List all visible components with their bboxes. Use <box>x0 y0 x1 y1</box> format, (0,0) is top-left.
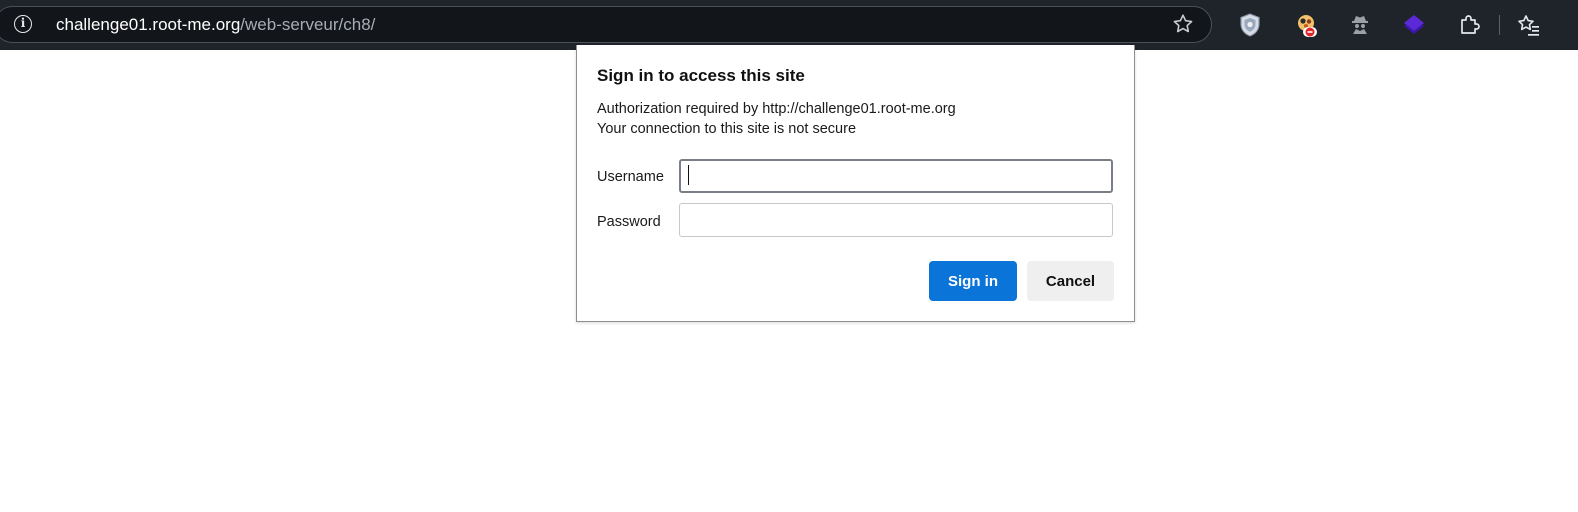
username-label: Username <box>597 169 664 185</box>
authorization-text: Authorization required by http://challen… <box>597 101 956 117</box>
spy-extension-icon[interactable] <box>1347 12 1373 38</box>
username-input[interactable] <box>679 159 1113 193</box>
favorites-icon[interactable] <box>1516 12 1542 38</box>
url-text[interactable]: challenge01.root-me.org/web-serveur/ch8/ <box>56 14 375 36</box>
dialog-title: Sign in to access this site <box>597 66 805 85</box>
blocked-extension-icon[interactable] <box>1294 12 1320 38</box>
password-label: Password <box>597 214 661 230</box>
cancel-button[interactable]: Cancel <box>1027 261 1114 301</box>
toolbar-separator <box>1499 15 1500 35</box>
security-warning-text: Your connection to this site is not secu… <box>597 121 857 137</box>
star-icon[interactable] <box>1171 12 1195 36</box>
sign-in-button[interactable]: Sign in <box>929 261 1017 301</box>
address-bar[interactable]: i challenge01.root-me.org/web-serveur/ch… <box>0 6 1212 43</box>
password-input[interactable] <box>679 203 1113 237</box>
url-path: /web-serveur/ch8/ <box>240 15 376 34</box>
info-icon[interactable]: i <box>14 15 32 33</box>
browser-toolbar: i challenge01.root-me.org/web-serveur/ch… <box>0 0 1578 50</box>
sign-in-dialog: Sign in to access this site Authorizatio… <box>576 45 1135 322</box>
url-host: challenge01.root-me.org <box>56 15 241 34</box>
text-caret <box>688 165 689 185</box>
puzzle-extensions-icon[interactable] <box>1456 12 1482 38</box>
purple-extension-icon[interactable] <box>1401 12 1427 38</box>
shield-extension-icon[interactable] <box>1237 12 1263 38</box>
